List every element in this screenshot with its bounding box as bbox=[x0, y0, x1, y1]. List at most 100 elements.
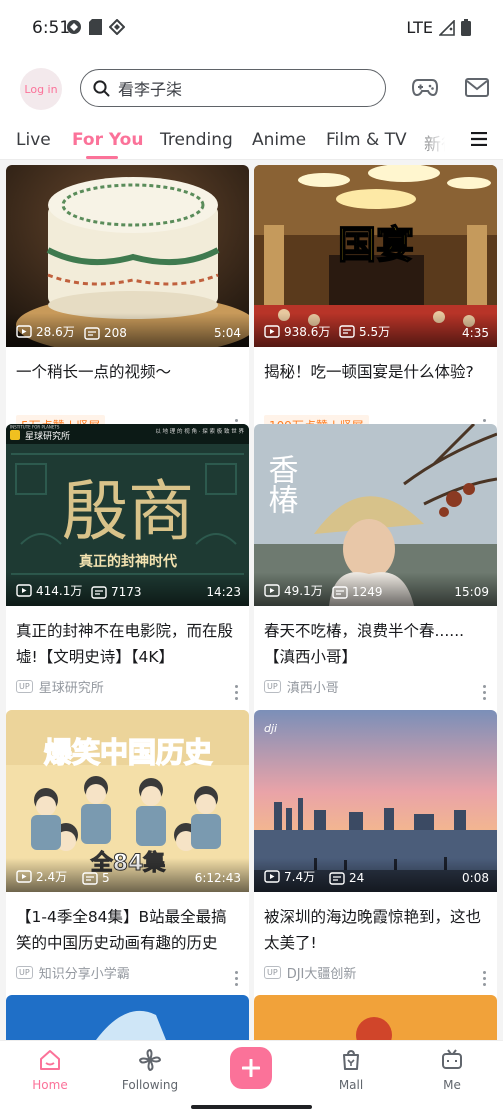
menu-icon[interactable] bbox=[471, 132, 487, 146]
video-duration: 5:04 bbox=[214, 326, 241, 340]
sync-icon bbox=[67, 20, 81, 34]
tab-trending[interactable]: Trending bbox=[160, 130, 233, 150]
more-options-icon[interactable] bbox=[483, 971, 487, 987]
video-thumbnail[interactable]: 28.6万 208 5:04 bbox=[6, 165, 249, 347]
video-card[interactable]: dji 7.4万 24 0:08 被深圳的海边晚霞惊艳到，这也太美了! UP D… bbox=[254, 710, 497, 1003]
uploader-name[interactable]: 知识分享小学霸 bbox=[39, 963, 130, 982]
diamond-icon bbox=[109, 19, 125, 35]
tab-for-you[interactable]: For You bbox=[72, 130, 143, 150]
thumbnail-overlay-text: 殷商 bbox=[62, 473, 194, 550]
video-duration: 4:35 bbox=[462, 326, 489, 340]
search-icon bbox=[93, 79, 110, 96]
more-options-icon[interactable] bbox=[483, 685, 487, 701]
video-duration: 14:23 bbox=[206, 585, 241, 599]
danmaku-icon bbox=[84, 326, 100, 340]
banner-english-text: INSTITUTE FOR PLANETS bbox=[10, 425, 60, 430]
video-thumbnail[interactable]: dji 7.4万 24 0:08 bbox=[254, 710, 497, 892]
category-tabs: Live For You Trending Anime Film & TV 新征 bbox=[0, 118, 503, 160]
danmaku-icon bbox=[329, 871, 345, 885]
nav-me[interactable]: Me bbox=[417, 1049, 487, 1092]
view-count: 49.1万 bbox=[284, 584, 323, 598]
tab-anime[interactable]: Anime bbox=[252, 130, 306, 150]
video-title: 【1-4季全84集】B站最全最搞笑的中国历史动画有趣的历史动... bbox=[16, 908, 227, 952]
danmaku-count: 5.5万 bbox=[359, 325, 391, 339]
danmaku-icon bbox=[332, 585, 348, 599]
up-tag: UP bbox=[16, 966, 33, 979]
view-count: 414.1万 bbox=[36, 584, 83, 598]
play-count-icon bbox=[16, 870, 32, 883]
mall-icon bbox=[343, 1049, 359, 1070]
up-tag: UP bbox=[264, 680, 281, 693]
active-tab-indicator bbox=[86, 156, 118, 159]
status-time: 6:51 bbox=[32, 18, 71, 38]
following-icon bbox=[138, 1048, 162, 1072]
more-options-icon[interactable] bbox=[235, 971, 239, 987]
video-title: 揭秘！吃一顿国宴是什么体验? bbox=[264, 363, 474, 381]
danmaku-icon bbox=[339, 325, 355, 338]
danmaku-count: 5 bbox=[102, 871, 110, 885]
danmaku-icon bbox=[91, 585, 107, 599]
more-options-icon[interactable] bbox=[235, 685, 239, 701]
play-count-icon bbox=[16, 325, 32, 338]
nav-mall-label: Mall bbox=[338, 1078, 364, 1092]
home-icon bbox=[40, 1050, 60, 1070]
danmaku-count: 24 bbox=[349, 871, 365, 885]
video-thumbnail[interactable] bbox=[254, 995, 497, 1040]
thumbnail-overlay-text: 香椿 bbox=[263, 454, 298, 514]
video-thumbnail[interactable]: 爆笑中国历史 全84集 2.4万 5 6:12:43 bbox=[6, 710, 249, 892]
thumbnail-overlay-text: 爆笑中国历史 bbox=[44, 736, 212, 769]
nav-home-label: Home bbox=[32, 1078, 68, 1092]
sd-card-icon bbox=[89, 19, 102, 35]
video-card[interactable]: 爆笑中国历史 全84集 2.4万 5 6:12:43 【1-4季全84集】B站最… bbox=[6, 710, 249, 1003]
up-tag: UP bbox=[16, 680, 33, 693]
network-label: LTE bbox=[406, 18, 433, 37]
video-title: 一个稍长一点的视频～ bbox=[16, 363, 172, 381]
view-count: 7.4万 bbox=[284, 870, 316, 884]
video-thumbnail[interactable] bbox=[6, 995, 249, 1040]
video-card[interactable]: 殷商 真正的封神时代 星球研究所 INSTITUTE FOR PLANETS 以… bbox=[6, 424, 249, 717]
video-title: 真正的封神不在电影院，而在殷墟!【文明史诗】【4K】 bbox=[16, 622, 234, 666]
video-card[interactable]: 国宴 938.6万 5.5万 4:35 揭秘！吃一顿国宴是什么体验? 109万点… bbox=[254, 165, 497, 453]
search-input[interactable]: 看李子柒 bbox=[80, 69, 386, 107]
search-placeholder: 看李子柒 bbox=[118, 80, 183, 99]
video-thumbnail[interactable]: 香椿 49.1万 1249 15:09 bbox=[254, 424, 497, 606]
tab-live[interactable]: Live bbox=[16, 130, 51, 150]
danmaku-icon bbox=[82, 871, 98, 885]
video-card[interactable]: 香椿 49.1万 1249 15:09 春天不吃椿，浪费半个春......【滇西… bbox=[254, 424, 497, 717]
play-count-icon bbox=[264, 325, 280, 338]
danmaku-count: 1249 bbox=[352, 585, 383, 599]
video-thumbnail[interactable]: 殷商 真正的封神时代 星球研究所 INSTITUTE FOR PLANETS 以… bbox=[6, 424, 249, 606]
view-count: 28.6万 bbox=[36, 325, 75, 339]
nav-me-label: Me bbox=[443, 1078, 461, 1092]
nav-following[interactable]: Following bbox=[115, 1048, 185, 1092]
battery-icon bbox=[461, 19, 471, 36]
thumbnail-overlay-text: 国宴 bbox=[338, 222, 414, 267]
top-header: Log in 看李子柒 bbox=[0, 58, 503, 118]
video-duration: 6:12:43 bbox=[194, 871, 241, 885]
uploader-name[interactable]: DJI大疆创新 bbox=[287, 963, 357, 982]
danmaku-count: 7173 bbox=[111, 585, 142, 599]
tab-film-tv[interactable]: Film & TV bbox=[326, 130, 407, 150]
home-indicator[interactable] bbox=[191, 1105, 312, 1109]
view-count: 2.4万 bbox=[36, 870, 68, 884]
mail-icon[interactable] bbox=[465, 78, 489, 97]
login-button[interactable]: Log in bbox=[20, 68, 62, 110]
status-bar: 6:51 LTE bbox=[0, 0, 503, 58]
game-controller-icon[interactable] bbox=[412, 76, 438, 98]
plus-icon bbox=[241, 1058, 261, 1078]
video-card[interactable] bbox=[6, 995, 249, 1040]
uploader-name[interactable]: 星球研究所 bbox=[39, 677, 104, 696]
play-count-icon bbox=[264, 870, 280, 883]
nav-mall[interactable]: Mall bbox=[316, 1049, 386, 1092]
video-thumbnail[interactable]: 国宴 938.6万 5.5万 4:35 bbox=[254, 165, 497, 347]
nav-home[interactable]: Home bbox=[15, 1049, 85, 1092]
video-card[interactable] bbox=[254, 995, 497, 1040]
video-title: 春天不吃椿，浪费半个春......【滇西小哥】 bbox=[264, 622, 465, 666]
signal-icon bbox=[439, 19, 455, 36]
video-title: 被深圳的海边晚霞惊艳到，这也太美了! bbox=[264, 908, 482, 952]
uploader-name[interactable]: 滇西小哥 bbox=[287, 677, 339, 696]
video-card[interactable]: 28.6万 208 5:04 一个稍长一点的视频～ 5万点赞 | 竖屏 bbox=[6, 165, 249, 453]
upload-plus-button[interactable] bbox=[230, 1047, 272, 1089]
view-count: 938.6万 bbox=[284, 325, 331, 339]
channel-banner-text: 星球研究所 bbox=[25, 430, 70, 442]
